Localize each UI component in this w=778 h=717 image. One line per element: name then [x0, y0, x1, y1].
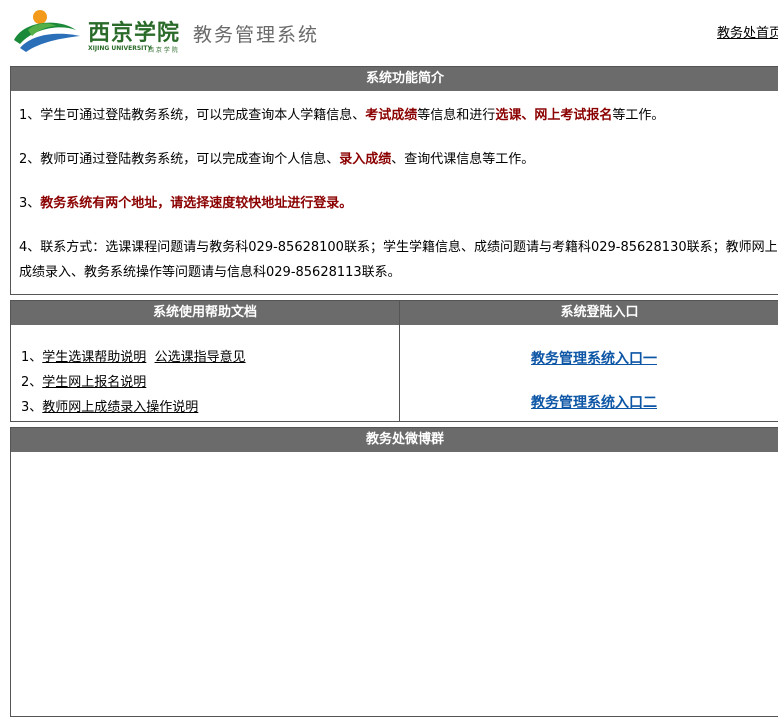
- teacher-grade-entry-help-link[interactable]: 教师网上成绩录入操作说明: [42, 400, 198, 415]
- login-entry-1: 教务管理系统入口一: [400, 348, 778, 368]
- intro-item-1-highlight-course: 选课、网上考试报名: [495, 108, 613, 123]
- intro-item-4-contact: 4、联系方式：选课课程问题请与教务科029-85628100联系；学生学籍信息、…: [19, 240, 778, 280]
- help-item-number: 1、: [21, 350, 43, 365]
- elective-guidance-link[interactable]: 公选课指导意见: [155, 350, 246, 365]
- intro-title: 系统功能简介: [11, 67, 778, 91]
- logo-emblem-icon: [14, 10, 80, 52]
- intro-item-2-text-2: 、查询代课信息等工作。: [391, 152, 535, 167]
- login-title: 系统登陆入口: [400, 301, 778, 325]
- help-login-panel: 系统使用帮助文档 1、学生选课帮助说明 公选课指导意见 2、学生网上报名说明 3…: [10, 300, 778, 422]
- university-logo[interactable]: 西京学院 XIJING UNIVERSITY 西 京 学 院: [10, 6, 180, 56]
- student-course-selection-help-link[interactable]: 学生选课帮助说明: [42, 350, 146, 365]
- intro-item-1-text-3: 等工作。: [612, 108, 665, 123]
- logo-chinese-name: 西京学院: [88, 20, 181, 46]
- logo-english-name: XIJING UNIVERSITY: [88, 45, 152, 52]
- system-title: 教务管理系统: [193, 24, 320, 46]
- intro-panel: 系统功能简介 1、学生可通过登陆教务系统，可以完成查询本人学籍信息、考试成绩等信…: [10, 66, 778, 295]
- help-item: 2、学生网上报名说明: [21, 370, 246, 395]
- weibo-panel: 教务处微博群: [10, 427, 778, 717]
- help-docs-column: 系统使用帮助文档 1、学生选课帮助说明 公选课指导意见 2、学生网上报名说明 3…: [11, 301, 400, 421]
- help-docs-title: 系统使用帮助文档: [11, 301, 399, 325]
- intro-item-2-text: 2、教师可通过登陆教务系统，可以完成查询个人信息、: [19, 152, 340, 167]
- intro-item-2-highlight: 录入成绩: [339, 152, 392, 167]
- intro-item-3: 3、教务系统有两个地址，请选择速度较快地址进行登录。: [19, 192, 352, 211]
- help-item: 3、教师网上成绩录入操作说明: [21, 395, 246, 420]
- login-entry-2-link[interactable]: 教务管理系统入口二: [531, 395, 657, 411]
- academic-office-home-link[interactable]: 教务处首页: [717, 22, 778, 41]
- student-online-registration-help-link[interactable]: 学生网上报名说明: [42, 375, 146, 390]
- logo-small-name: 西 京 学 院: [148, 47, 178, 54]
- intro-item-3-num: 3、: [19, 196, 41, 211]
- help-docs-list: 1、学生选课帮助说明 公选课指导意见 2、学生网上报名说明 3、教师网上成绩录入…: [21, 345, 246, 420]
- intro-item-1: 1、学生可通过登陆教务系统，可以完成查询本人学籍信息、考试成绩等信息和进行选课、…: [19, 104, 664, 123]
- intro-item-1-highlight-grades: 考试成绩: [365, 108, 418, 123]
- login-entry-2: 教务管理系统入口二: [400, 392, 778, 412]
- help-item-number: 2、: [21, 375, 43, 390]
- intro-item-1-text-2: 等信息和进行: [417, 108, 496, 123]
- header: 西京学院 XIJING UNIVERSITY 西 京 学 院 教务管理系统 教务…: [0, 0, 778, 62]
- login-entry-1-link[interactable]: 教务管理系统入口一: [531, 351, 657, 367]
- intro-item-2: 2、教师可通过登陆教务系统，可以完成查询个人信息、录入成绩、查询代课信息等工作。: [19, 148, 534, 167]
- login-column: 系统登陆入口 教务管理系统入口一 教务管理系统入口二: [400, 301, 778, 421]
- intro-item-1-text: 1、学生可通过登陆教务系统，可以完成查询本人学籍信息、: [19, 108, 366, 123]
- help-item-number: 3、: [21, 400, 43, 415]
- weibo-title: 教务处微博群: [11, 428, 778, 452]
- intro-item-3-highlight: 教务系统有两个地址，请选择速度较快地址进行登录。: [40, 196, 353, 211]
- help-item: 1、学生选课帮助说明 公选课指导意见: [21, 345, 246, 370]
